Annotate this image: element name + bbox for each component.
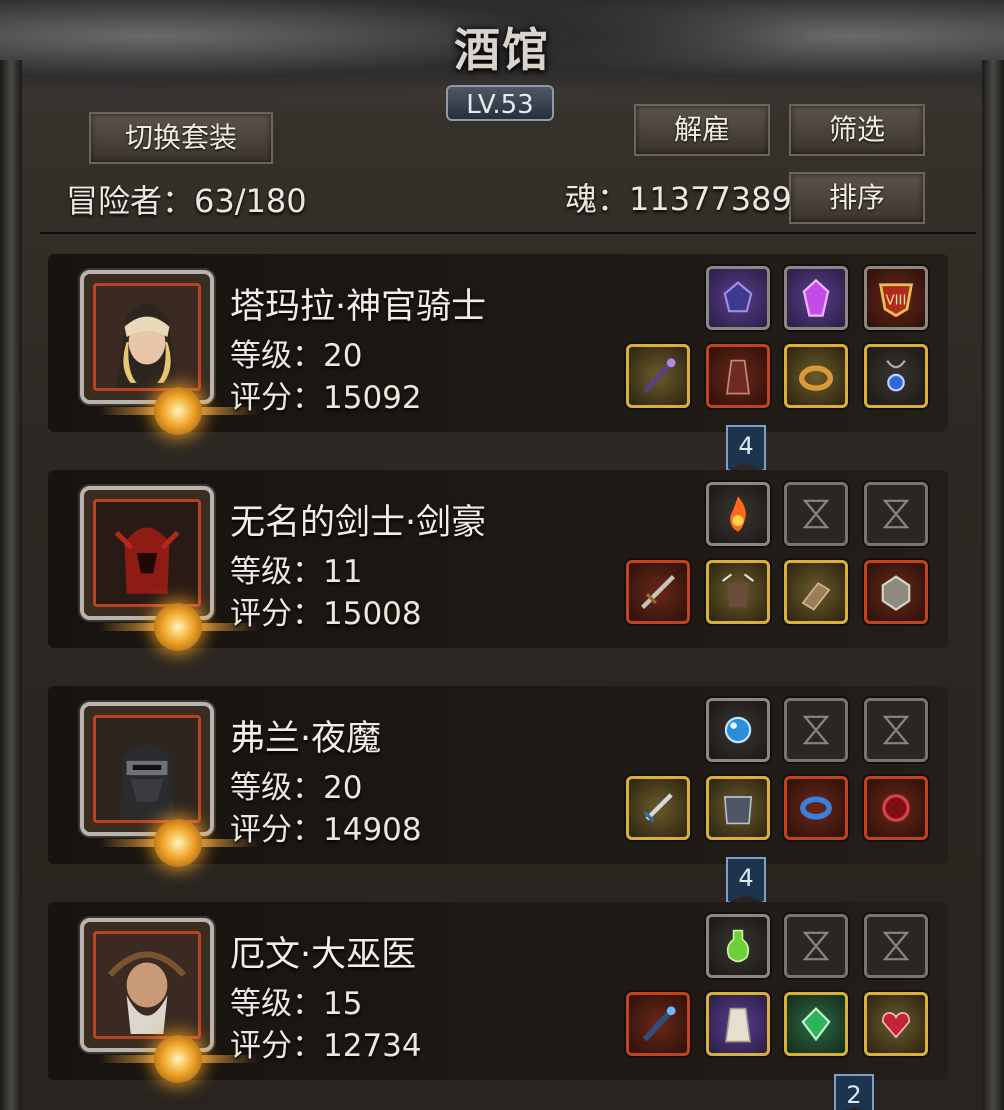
hero-score: 评分：15008 <box>230 596 422 632</box>
empty-slot-icon[interactable] <box>864 482 928 546</box>
hero-card[interactable]: 厄文·大巫医 等级：15 评分：12734 <box>48 902 948 1083</box>
empty-slot-icon[interactable] <box>784 698 848 762</box>
purple-gem-icon[interactable] <box>706 266 770 330</box>
dagger-icon[interactable] <box>626 776 690 840</box>
old-shaman-portrait-icon <box>93 931 201 1039</box>
gold-ring-icon[interactable] <box>784 344 848 408</box>
star-emblem-icon <box>154 387 202 435</box>
crest-badge-icon[interactable]: VIII <box>864 266 928 330</box>
blue-orb-icon[interactable] <box>706 698 770 762</box>
tavern-level-badge: LV.53 <box>446 85 554 121</box>
red-helm-portrait-icon <box>93 499 201 607</box>
violet-crystal-icon[interactable] <box>784 266 848 330</box>
frame-right-border <box>982 60 1004 1110</box>
hero-name: 厄文·大巫医 <box>230 935 417 975</box>
header-divider <box>40 232 976 234</box>
hero-score: 评分：15092 <box>230 380 422 416</box>
priestess-portrait-icon <box>93 283 201 391</box>
tavern-screen: 酒馆 LV.53 切换套装 解雇 筛选 排序 冒险者：63/180 魂：1137… <box>0 0 1004 1110</box>
hero-score: 评分：12734 <box>230 1028 422 1064</box>
hero-card[interactable]: 弗兰·夜魔 等级：20 评分：14908 <box>48 686 948 867</box>
red-ring-icon[interactable] <box>864 776 928 840</box>
hero-card[interactable]: 塔玛拉·神官骑士 等级：20 评分：15092 VIII <box>48 254 948 435</box>
ring-stone-icon[interactable] <box>864 560 928 624</box>
fire-rune-icon[interactable] <box>706 482 770 546</box>
hero-rank-ribbon: 4 <box>726 425 766 471</box>
greatsword-icon[interactable] <box>626 560 690 624</box>
blue-amulet-icon[interactable] <box>864 344 928 408</box>
soul-currency: 魂：11377389 <box>565 180 792 218</box>
staff-icon[interactable] <box>626 344 690 408</box>
frame-left-border <box>0 60 22 1110</box>
star-emblem-icon <box>154 603 202 651</box>
heart-pendant-icon[interactable] <box>864 992 928 1056</box>
hero-name: 弗兰·夜魔 <box>230 719 382 759</box>
star-emblem-icon <box>154 1035 202 1083</box>
page-title: 酒馆 <box>454 23 550 77</box>
hero-level: 等级：15 <box>230 986 363 1022</box>
hero-card[interactable]: 无名的剑士·剑豪 等级：11 评分：15008 <box>48 470 948 651</box>
hero-portrait[interactable] <box>80 270 258 435</box>
empty-slot-icon[interactable] <box>864 914 928 978</box>
svg-text:VIII: VIII <box>886 294 907 309</box>
hero-level: 等级：20 <box>230 338 363 374</box>
red-robe-icon[interactable] <box>706 344 770 408</box>
adventurer-count: 冒险者：63/180 <box>66 182 307 220</box>
star-emblem-icon <box>154 819 202 867</box>
blue-staff-icon[interactable] <box>626 992 690 1056</box>
filter-button[interactable]: 筛选 <box>789 104 925 156</box>
hero-portrait[interactable] <box>80 702 258 867</box>
hero-rank-ribbon: 4 <box>726 857 766 903</box>
sort-button[interactable]: 排序 <box>789 172 925 224</box>
gauntlet-icon[interactable] <box>784 560 848 624</box>
hero-rank-ribbon: 2 <box>834 1074 874 1110</box>
switch-set-button[interactable]: 切换套装 <box>89 112 273 164</box>
hero-level: 等级：20 <box>230 770 363 806</box>
blue-bracelet-icon[interactable] <box>784 776 848 840</box>
spiked-armor-icon[interactable] <box>706 560 770 624</box>
white-robe-icon[interactable] <box>706 992 770 1056</box>
masked-ninja-portrait-icon <box>93 715 201 823</box>
hero-score: 评分：14908 <box>230 812 422 848</box>
green-potion-icon[interactable] <box>706 914 770 978</box>
hero-portrait[interactable] <box>80 486 258 651</box>
dismiss-button[interactable]: 解雇 <box>634 104 770 156</box>
empty-slot-icon[interactable] <box>864 698 928 762</box>
hero-portrait[interactable] <box>80 918 258 1083</box>
hero-name: 塔玛拉·神官骑士 <box>230 287 487 327</box>
green-gem-icon[interactable] <box>784 992 848 1056</box>
hero-name: 无名的剑士·剑豪 <box>230 503 487 543</box>
empty-slot-icon[interactable] <box>784 914 848 978</box>
empty-slot-icon[interactable] <box>784 482 848 546</box>
hero-level: 等级：11 <box>230 554 363 590</box>
plate-armor-icon[interactable] <box>706 776 770 840</box>
